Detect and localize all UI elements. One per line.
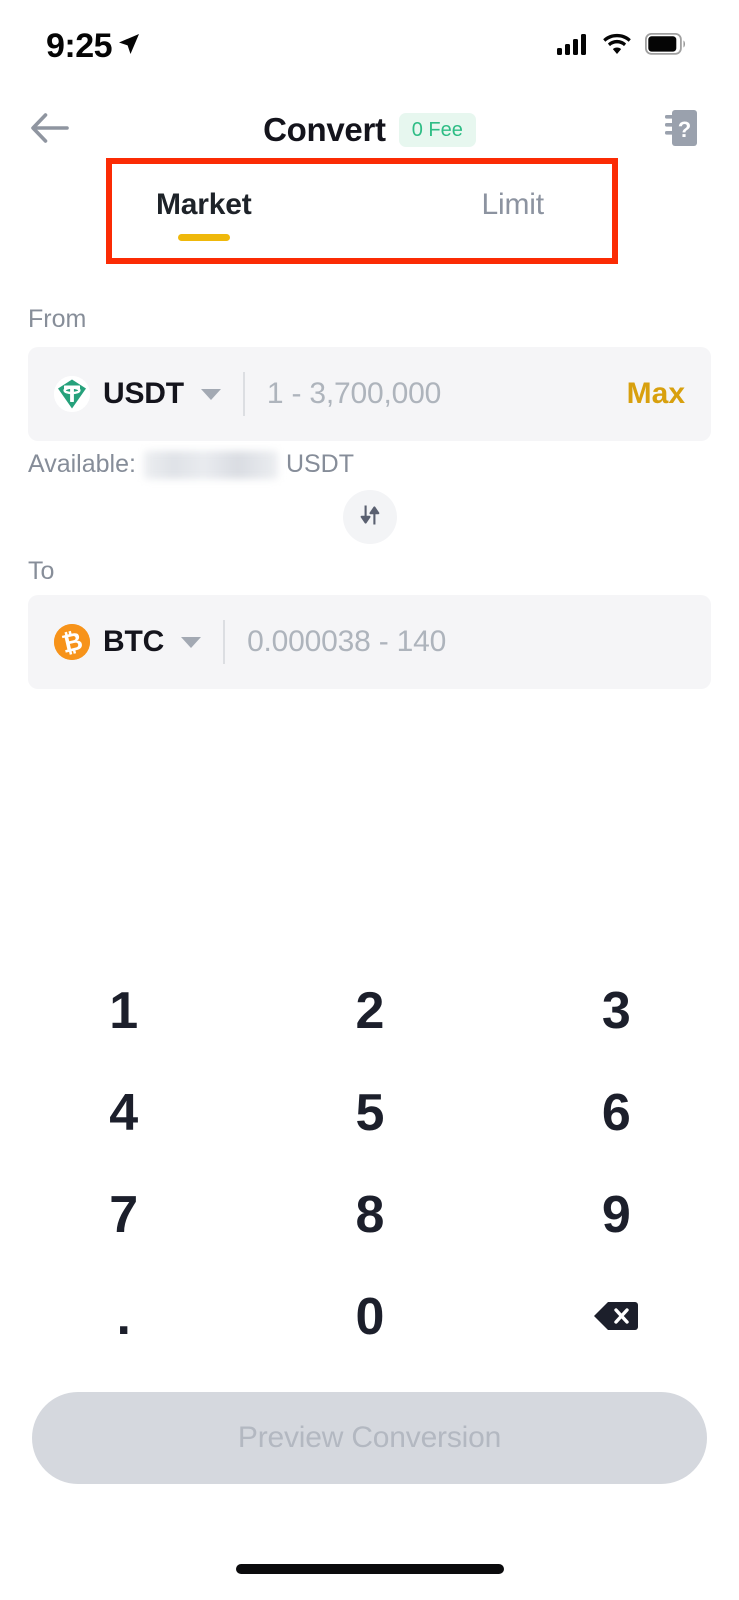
key-3[interactable]: 3 — [493, 960, 739, 1062]
status-time: 9:25 — [46, 26, 113, 65]
status-bar-left: 9:25 — [46, 27, 141, 66]
tab-limit-label: Limit — [481, 188, 545, 221]
numeric-keypad: 1 2 3 4 5 6 7 8 9 . 0 — [0, 960, 739, 1368]
to-label: To — [28, 557, 55, 585]
key-0[interactable]: 0 — [246, 1266, 492, 1368]
app-header: Convert 0 Fee ? — [0, 98, 739, 162]
location-arrow-icon — [117, 32, 141, 61]
header-center: Convert 0 Fee — [0, 111, 739, 149]
to-coin-name: BTC — [103, 625, 165, 658]
status-bar-right — [557, 32, 687, 60]
back-arrow-icon — [29, 111, 71, 150]
tab-market-label: Market — [156, 188, 252, 221]
fee-badge: 0 Fee — [398, 113, 476, 147]
from-amount-input[interactable] — [266, 377, 611, 411]
from-label: From — [28, 305, 87, 333]
from-field-divider — [242, 372, 245, 416]
available-label: Available: — [28, 450, 136, 478]
back-button[interactable] — [22, 108, 78, 152]
tab-limit[interactable]: Limit — [481, 188, 545, 222]
tab-active-underline — [177, 234, 230, 241]
key-7[interactable]: 7 — [0, 1164, 246, 1266]
key-1[interactable]: 1 — [0, 960, 246, 1062]
swap-vertical-arrows-icon — [356, 501, 384, 534]
key-decimal[interactable]: . — [0, 1266, 246, 1368]
key-9[interactable]: 9 — [493, 1164, 739, 1266]
battery-icon — [644, 32, 687, 60]
to-field: ₿ BTC — [28, 595, 711, 689]
from-coin-name: USDT — [103, 377, 184, 410]
available-unit: USDT — [285, 450, 355, 478]
available-value-redacted — [143, 450, 278, 479]
swap-direction-button[interactable] — [342, 490, 397, 544]
chevron-down-icon — [200, 388, 221, 400]
tab-market[interactable]: Market — [156, 188, 252, 241]
key-5[interactable]: 5 — [246, 1062, 492, 1164]
cellular-signal-icon — [557, 33, 589, 60]
from-coin-selector[interactable]: USDT — [54, 376, 221, 412]
help-button[interactable]: ? — [659, 107, 705, 153]
key-6[interactable]: 6 — [493, 1062, 739, 1164]
key-2[interactable]: 2 — [246, 960, 492, 1062]
home-indicator — [235, 1564, 504, 1574]
key-8[interactable]: 8 — [246, 1164, 492, 1266]
key-4[interactable]: 4 — [0, 1062, 246, 1164]
preview-conversion-button[interactable]: Preview Conversion — [32, 1392, 707, 1484]
to-coin-selector[interactable]: ₿ BTC — [54, 624, 202, 660]
wifi-icon — [602, 33, 632, 60]
key-backspace[interactable] — [493, 1266, 739, 1368]
available-balance-row: Available: USDT — [28, 450, 354, 479]
from-field: USDT Max — [28, 347, 711, 441]
backspace-icon — [593, 1287, 639, 1347]
help-question-icon: ? — [662, 106, 702, 155]
tab-bar: Market Limit — [112, 164, 612, 258]
convert-screen: 9:25 Convert 0 Fee ? Market Limit From U… — [0, 0, 739, 1600]
bitcoin-icon: ₿ — [54, 624, 90, 660]
svg-text:?: ? — [678, 117, 691, 142]
to-amount-input[interactable] — [247, 625, 685, 659]
tether-icon — [54, 376, 90, 412]
page-title: Convert — [263, 111, 386, 148]
status-bar: 9:25 — [0, 0, 739, 92]
max-button[interactable]: Max — [627, 377, 685, 411]
to-field-divider — [223, 620, 226, 664]
chevron-down-icon — [181, 636, 202, 648]
